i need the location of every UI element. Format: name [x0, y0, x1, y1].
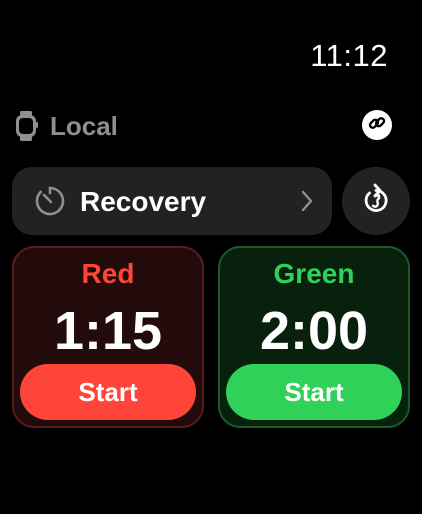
- reset-icon: [361, 183, 391, 220]
- timer-icon: [34, 185, 66, 217]
- timer-time: 1:15: [53, 301, 163, 361]
- timer-name: Red: [81, 258, 135, 289]
- link-icon: [368, 114, 386, 137]
- timer-time: 2:00: [259, 301, 369, 361]
- timer-card-red: Red 1:15 Start: [12, 246, 204, 428]
- watch-icon: [14, 111, 38, 141]
- workout-selector[interactable]: Recovery: [12, 167, 332, 235]
- reset-button[interactable]: [342, 167, 410, 235]
- chevron-right-icon: [300, 189, 314, 213]
- timer-name: Green: [273, 258, 355, 289]
- start-button-green[interactable]: Start: [226, 364, 402, 420]
- device-label: Local: [50, 111, 118, 141]
- status-time: 11:12: [310, 38, 388, 73]
- start-button-red[interactable]: Start: [20, 364, 196, 420]
- workout-label: Recovery: [80, 186, 207, 217]
- device-row: Local: [14, 108, 392, 144]
- link-button[interactable]: [362, 110, 392, 140]
- timer-card-green: Green 2:00 Start: [218, 246, 410, 428]
